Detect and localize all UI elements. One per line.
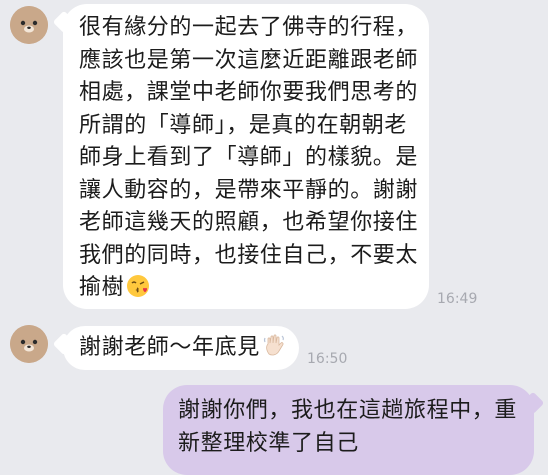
- kissing-face-with-heart-emoji: [126, 274, 150, 309]
- message-text-line: 讓人動容的，是帶來平靜的。謝謝: [79, 177, 419, 203]
- message-text-fragment: 謝謝老師〜年底見: [79, 335, 260, 360]
- message-text-line: 揄樹: [79, 272, 429, 309]
- message-text-line: 老師這幾天的照顧，也希望你接住: [79, 210, 419, 235]
- message-text-line: 謝謝老師〜年底見: [79, 332, 299, 369]
- message-text-fragment: 揄樹: [79, 275, 125, 300]
- message-text-line: 應該也是第一次這麼近距離跟老師: [79, 47, 419, 73]
- message-timestamp: 16:49: [437, 291, 478, 307]
- message-text-line: 師身上看到了「導師」的樣貌。是: [79, 145, 419, 170]
- bear-face-icon: [10, 6, 48, 44]
- message-bubble-incoming[interactable]: 謝謝老師〜年底見: [63, 326, 299, 370]
- waving-hand-emoji: [262, 332, 288, 369]
- sender-avatar[interactable]: [10, 6, 48, 44]
- message-text-line: 新整理校準了自己: [178, 430, 359, 456]
- message-timestamp: 16:50: [307, 351, 348, 367]
- message-text-line: 謝謝你們，我也在這趟旅程中，重: [178, 398, 518, 423]
- message-text-line: 相處，課堂中老師你要我們思考的: [79, 80, 419, 105]
- message-text-line: 很有緣分的一起去了佛寺的行程，: [79, 15, 419, 40]
- message-text-line: 我們的同時，也接住自己，不要太: [79, 242, 419, 268]
- bear-face-icon: [10, 325, 48, 363]
- sender-avatar[interactable]: [10, 325, 48, 363]
- message-bubble-incoming[interactable]: 很有緣分的一起去了佛寺的行程， 應該也是第一次這麼近距離跟老師 相處，課堂中老師…: [63, 4, 429, 309]
- message-text-line: 所謂的「導師」，是真的在朝朝老: [79, 112, 408, 138]
- message-bubble-outgoing[interactable]: 謝謝你們，我也在這趟旅程中，重 新整理校準了自己: [163, 385, 534, 475]
